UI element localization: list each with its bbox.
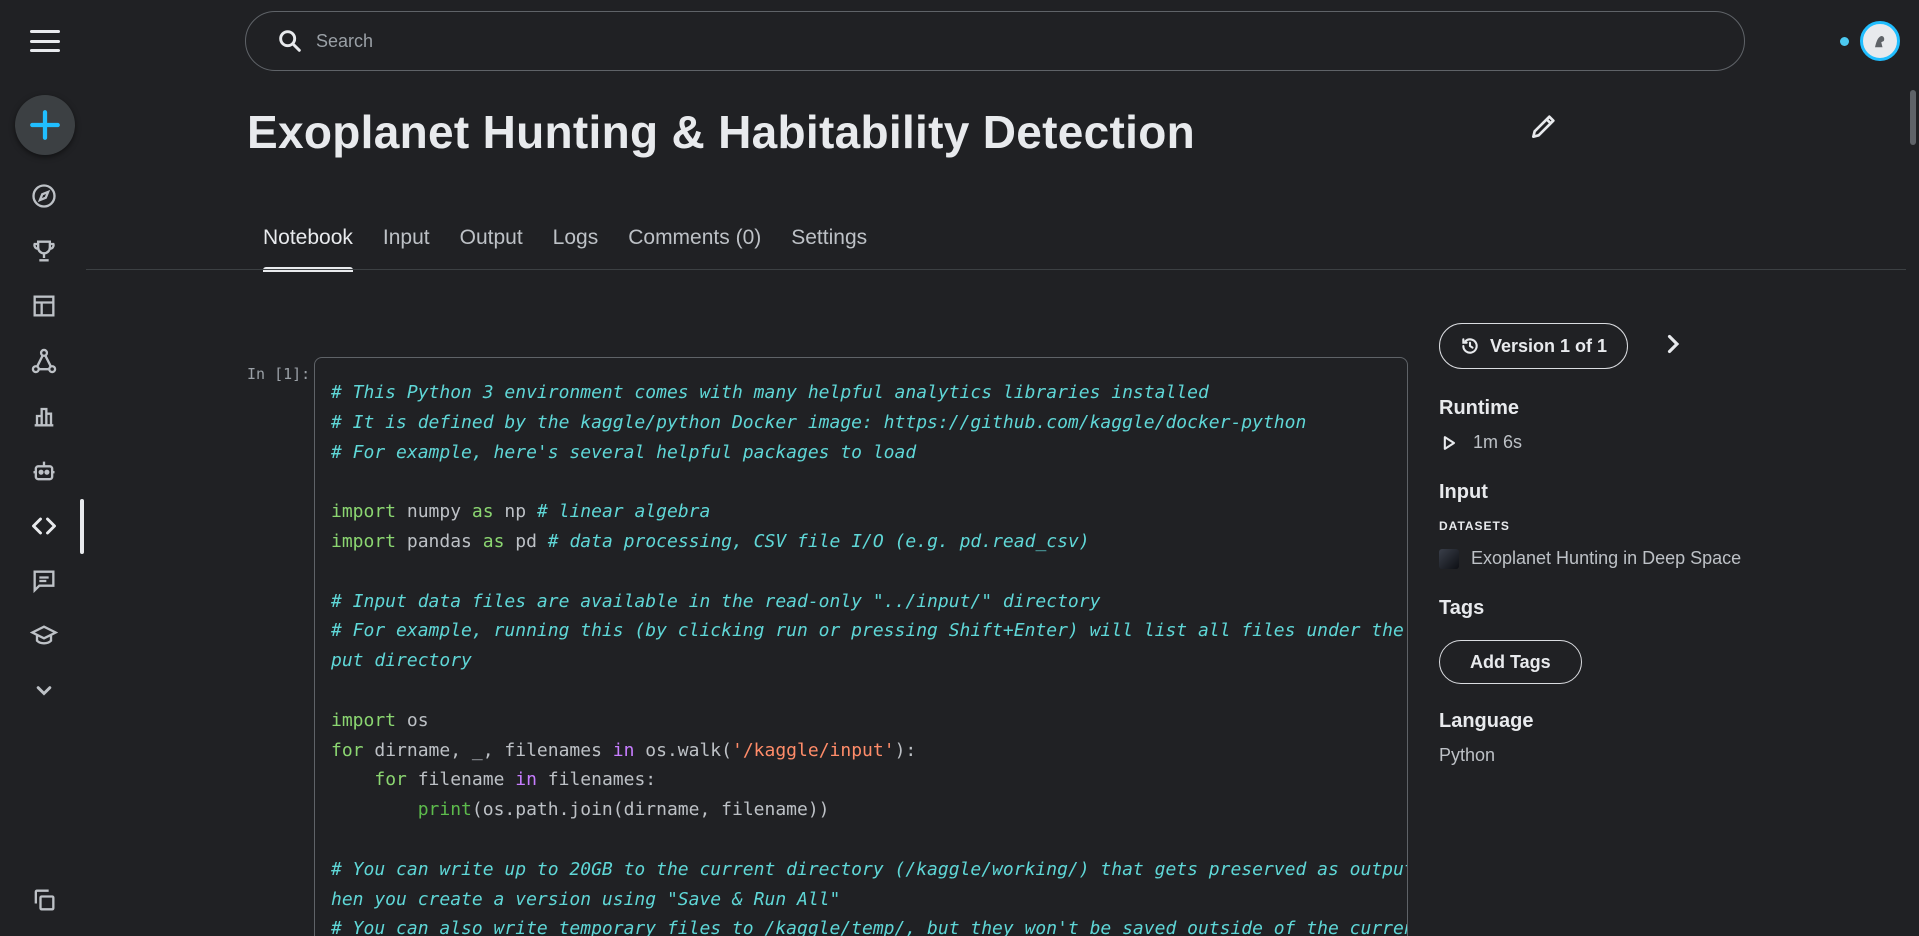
code-line: for filename in filenames: [374, 769, 657, 791]
tabs-divider [86, 269, 1906, 270]
nav-discussions[interactable] [26, 563, 62, 599]
code-line: # It is defined by the kaggle/python Doc… [331, 411, 1307, 433]
bar-chart-icon [34, 407, 54, 427]
code-line: # Input data files are available in the … [331, 590, 1101, 612]
tab-logs[interactable]: Logs [553, 226, 599, 272]
code-content: # This Python 3 environment comes with m… [331, 378, 1408, 936]
tab-comments[interactable]: Comments (0) [628, 226, 761, 272]
pencil-edit-icon[interactable] [1528, 110, 1560, 142]
nav-datasets[interactable] [26, 288, 62, 324]
dataset-link[interactable]: Exoplanet Hunting in Deep Space [1471, 548, 1741, 569]
page-scrollbar[interactable] [1910, 90, 1916, 145]
copy-stack-icon [34, 889, 55, 911]
tab-output[interactable]: Output [460, 226, 523, 272]
graduation-cap-icon [30, 625, 58, 645]
notebook-sidebar: Version 1 of 1 Runtime 1m 6s Input DATAS… [1439, 323, 1769, 766]
nav-games[interactable] [26, 453, 62, 489]
table-icon [33, 295, 55, 317]
runtime-value: 1m 6s [1473, 432, 1523, 452]
language-value: Python [1439, 745, 1496, 765]
user-avatar-icon [1866, 27, 1894, 55]
search-bar[interactable] [245, 11, 1745, 71]
nav-benchmarks[interactable] [26, 398, 62, 434]
code-icon [32, 517, 56, 535]
chevron-down-icon [36, 686, 52, 696]
version-label: Version 1 of 1 [1490, 335, 1608, 356]
version-button[interactable]: Version 1 of 1 [1439, 323, 1629, 369]
compass-icon [32, 184, 56, 208]
trophy-icon [33, 240, 55, 262]
tab-notebook[interactable]: Notebook [263, 226, 353, 272]
code-line: hen you create a version using "Save & R… [331, 888, 841, 910]
code-line: put directory [331, 650, 472, 672]
tags-heading: Tags [1439, 597, 1485, 619]
code-line: print(os.path.join(dirname, filename)) [417, 799, 830, 821]
tab-settings[interactable]: Settings [791, 226, 867, 272]
input-heading: Input [1439, 481, 1488, 503]
robot-icon [33, 461, 55, 481]
code-line: import pandas as pd # data processing, C… [331, 530, 1090, 552]
nav-code[interactable] [26, 508, 62, 544]
code-line: import numpy as np # linear algebra [331, 501, 711, 523]
play-icon [1443, 435, 1456, 450]
nav-more[interactable] [26, 672, 62, 708]
code-line: import os [331, 709, 429, 731]
code-line: # This Python 3 environment comes with m… [331, 382, 1209, 403]
search-icon [279, 30, 301, 52]
cell-prompt: In [1]: [247, 365, 311, 383]
language-heading: Language [1439, 710, 1534, 732]
add-tags-button[interactable]: Add Tags [1439, 640, 1582, 684]
history-icon [1462, 338, 1478, 354]
page-title: Exoplanet Hunting & Habitability Detecti… [247, 106, 1195, 158]
dataset-thumbnail [1439, 548, 1459, 569]
create-button[interactable] [15, 95, 75, 155]
code-line: for dirname, _, filenames in os.walk('/k… [331, 739, 917, 761]
code-line: # For example, here's several helpful pa… [331, 441, 917, 463]
left-nav-rail [0, 0, 86, 936]
hamburger-menu-icon[interactable] [30, 30, 60, 52]
search-input[interactable] [316, 30, 1616, 52]
nav-explore[interactable] [26, 178, 62, 214]
code-cell[interactable]: # This Python 3 environment comes with m… [314, 357, 1408, 936]
notification-dot [1840, 37, 1849, 46]
chevron-right-icon[interactable] [1657, 329, 1687, 359]
plus-icon [30, 110, 60, 140]
code-line: # You can write up to 20GB to the curren… [331, 858, 1408, 880]
runtime-heading: Runtime [1439, 397, 1519, 419]
avatar[interactable] [1860, 21, 1900, 61]
active-nav-indicator [80, 499, 84, 554]
model-network-icon [31, 348, 57, 374]
nav-models[interactable] [26, 343, 62, 379]
notebook-tabs: Notebook Input Output Logs Comments (0) … [263, 226, 867, 272]
nav-competitions[interactable] [26, 233, 62, 269]
chat-icon [33, 570, 55, 594]
code-line: # For example, running this (by clicking… [331, 620, 1408, 642]
nav-learn[interactable] [26, 618, 62, 654]
tab-input[interactable]: Input [383, 226, 430, 272]
code-line: # You can also write temporary files to … [331, 918, 1408, 936]
nav-your-work[interactable] [26, 882, 62, 918]
datasets-label: DATASETS [1439, 519, 1510, 533]
